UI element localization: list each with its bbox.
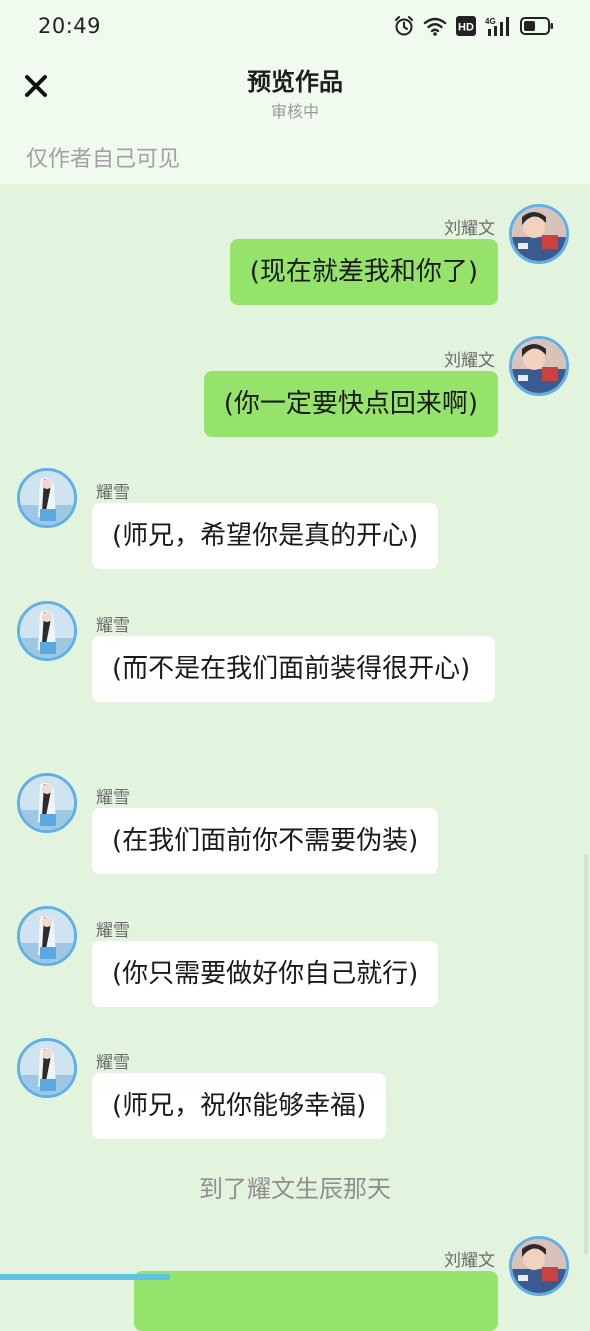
svg-text:4G: 4G: [485, 17, 496, 26]
girl-avatar-icon: [20, 1041, 74, 1095]
visibility-notice: 仅作者自己可见: [0, 130, 590, 184]
svg-text:HD: HD: [458, 22, 474, 34]
status-icons: HD 4G: [394, 15, 554, 37]
girl-avatar-icon: [20, 471, 74, 525]
message-bubble[interactable]: (师兄，祝你能够幸福): [92, 1073, 387, 1139]
header: 预览作品 审核中: [0, 54, 590, 130]
sender-name: 刘耀文: [444, 351, 495, 371]
message-bubble[interactable]: (你只需要做好你自己就行): [92, 941, 439, 1007]
battery-icon: [520, 16, 554, 36]
signal-4g-icon: 4G: [485, 16, 511, 36]
sender-name: 耀雪: [96, 616, 130, 636]
girl-avatar-icon: [20, 909, 74, 963]
sender-name: 耀雪: [96, 921, 130, 941]
narration-text: 到了耀文生辰那天: [199, 1175, 391, 1203]
message-bubble[interactable]: (你一定要快点回来啊): [203, 371, 498, 437]
sender-name: 刘耀文: [444, 219, 495, 239]
message-bubble[interactable]: (师兄，希望你是真的开心): [92, 503, 439, 569]
avatar[interactable]: [509, 1236, 569, 1296]
girl-avatar-icon: [20, 776, 74, 830]
wifi-icon: [423, 16, 447, 36]
message-bubble[interactable]: (现在就差我和你了): [229, 239, 498, 305]
chat-area[interactable]: 刘耀文 (现在就差我和你了) 刘耀文 (你一定要快点回来啊) 耀雪 (师兄，希望…: [0, 184, 590, 1331]
boy-avatar-icon: [512, 207, 566, 261]
sender-name: 耀雪: [96, 1053, 130, 1073]
hd-icon: HD: [456, 16, 476, 36]
boy-avatar-icon: [512, 1239, 566, 1293]
page-title: 预览作品: [247, 68, 343, 96]
status-bar: 20:49 HD 4G: [0, 0, 590, 54]
avatar[interactable]: [17, 468, 77, 528]
message-bubble[interactable]: [134, 1271, 498, 1331]
visibility-text: 仅作者自己可见: [26, 147, 181, 172]
scrollbar[interactable]: [584, 854, 588, 1254]
sender-name: 刘耀文: [444, 1251, 495, 1271]
alarm-icon: [394, 15, 414, 37]
bottom-indicator: [0, 1274, 170, 1280]
sender-name: 耀雪: [96, 483, 130, 503]
review-status: 审核中: [270, 102, 319, 121]
avatar[interactable]: [17, 1038, 77, 1098]
girl-avatar-icon: [20, 604, 74, 658]
message-bubble[interactable]: (而不是在我们面前装得很开心): [92, 636, 495, 702]
avatar[interactable]: [509, 204, 569, 264]
avatar[interactable]: [17, 601, 77, 661]
status-time: 20:49: [38, 14, 102, 38]
avatar[interactable]: [509, 336, 569, 396]
avatar[interactable]: [17, 773, 77, 833]
avatar[interactable]: [17, 906, 77, 966]
message-bubble[interactable]: (在我们面前你不需要伪装): [92, 808, 439, 874]
boy-avatar-icon: [512, 339, 566, 393]
sender-name: 耀雪: [96, 788, 130, 808]
